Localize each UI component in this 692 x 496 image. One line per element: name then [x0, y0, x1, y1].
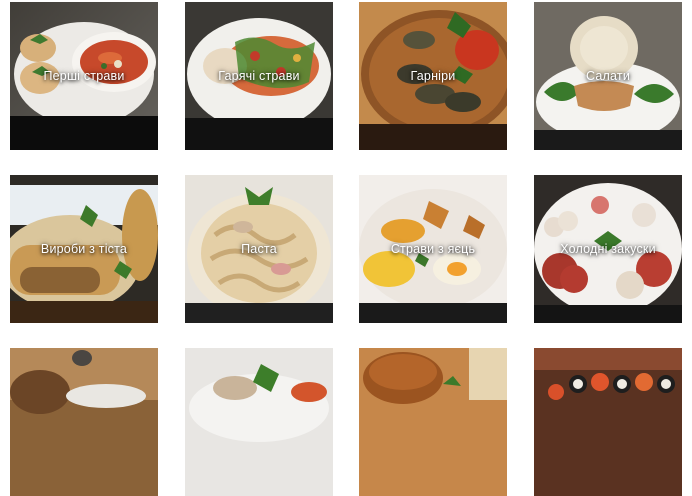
category-tile-side-dishes[interactable]: Гарніри	[359, 2, 507, 150]
category-tile-row3-2[interactable]	[185, 348, 333, 496]
category-tile-cold-appetizers[interactable]: Холодні закуски	[534, 175, 682, 323]
category-tile-row3-4[interactable]	[534, 348, 682, 496]
cold-cuts-photo	[534, 175, 682, 323]
fish-dish-photo	[185, 348, 333, 496]
pasta-photo	[185, 175, 333, 323]
category-tile-pastry[interactable]: Вироби з тіста	[10, 175, 158, 323]
salad-photo	[534, 2, 682, 150]
grilled-vegetables-photo	[359, 2, 507, 150]
eggs-photo	[359, 175, 507, 323]
category-tile-egg-dishes[interactable]: Страви з яєць	[359, 175, 507, 323]
category-tile-first-courses[interactable]: Перші страви	[10, 2, 158, 150]
category-tile-row3-1[interactable]	[10, 348, 158, 496]
sushi-photo	[534, 348, 682, 496]
category-tile-pasta[interactable]: Паста	[185, 175, 333, 323]
category-tile-salads[interactable]: Салати	[534, 2, 682, 150]
soup-photo	[10, 2, 158, 150]
pancake-rolls-photo	[10, 175, 158, 323]
bread-board-photo	[10, 348, 158, 496]
burger-photo	[359, 348, 507, 496]
category-tile-row3-3[interactable]	[359, 348, 507, 496]
category-tile-hot-dishes[interactable]: Гарячі страви	[185, 2, 333, 150]
hot-dish-photo	[185, 2, 333, 150]
